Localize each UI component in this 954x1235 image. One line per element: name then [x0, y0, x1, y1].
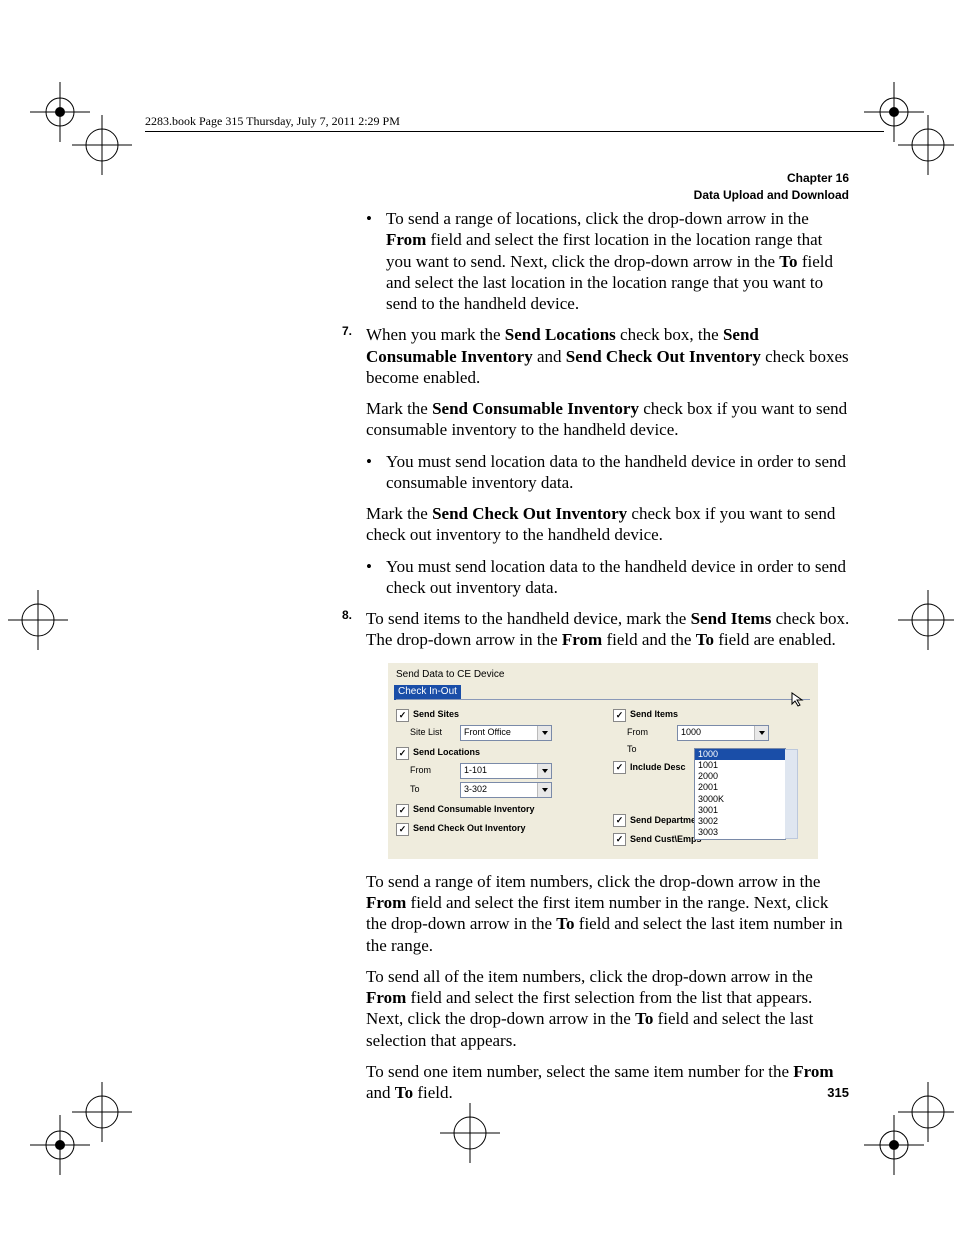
step-number: 8.	[342, 608, 352, 623]
checkbox-send-checkout[interactable]: ✓	[396, 823, 409, 836]
bullet-item: • You must send location data to the han…	[386, 556, 850, 599]
bullet-item: • You must send location data to the han…	[386, 451, 850, 494]
to-label: To	[410, 784, 450, 795]
checkbox-send-sites[interactable]: ✓	[396, 709, 409, 722]
step-7: 7. When you mark the Send Locations chec…	[366, 324, 850, 388]
checkbox-include-desc[interactable]: ✓	[613, 761, 626, 774]
chevron-down-icon[interactable]	[754, 726, 768, 740]
cursor-icon	[790, 691, 806, 707]
crop-mark-icon	[72, 1082, 132, 1142]
list-item[interactable]: 2001	[695, 782, 785, 793]
dialog-title: Send Data to CE Device	[396, 669, 810, 682]
checkbox-send-departments[interactable]: ✓	[613, 814, 626, 827]
chapter-title: Data Upload and Download	[694, 187, 849, 204]
items-to-label: To	[627, 744, 667, 755]
checkbox-send-consumable[interactable]: ✓	[396, 804, 409, 817]
dialog-send-data: Send Data to CE Device Check In-Out ✓Sen…	[388, 663, 818, 859]
checkbox-send-custemps[interactable]: ✓	[613, 833, 626, 846]
site-list-combo[interactable]: Front Office	[460, 725, 552, 741]
chevron-down-icon[interactable]	[537, 783, 551, 797]
bullet-item: • To send a range of locations, click th…	[386, 208, 850, 314]
scrollbar[interactable]	[785, 749, 798, 839]
left-column: ✓Send Sites Site List Front Office ✓Send…	[396, 706, 593, 849]
locations-from-combo[interactable]: 1-101	[460, 763, 552, 779]
chevron-down-icon[interactable]	[537, 726, 551, 740]
tab-check-in-out[interactable]: Check In-Out	[394, 685, 461, 700]
list-item[interactable]: 3002	[695, 816, 785, 827]
list-item[interactable]: 1001	[695, 760, 785, 771]
list-item[interactable]: 2000	[695, 771, 785, 782]
items-from-combo[interactable]: 1000	[677, 725, 769, 741]
page-number: 315	[827, 1085, 849, 1100]
right-column: ✓Send Items From 1000 To ✓Include Desc 1…	[613, 706, 810, 849]
paragraph: To send one item number, select the same…	[366, 1061, 850, 1104]
list-item[interactable]: 3003	[695, 827, 785, 838]
paragraph: To send a range of item numbers, click t…	[366, 871, 850, 956]
list-item[interactable]: 3000K	[695, 794, 785, 805]
paragraph: To send all of the item numbers, click t…	[366, 966, 850, 1051]
bullet-icon: •	[366, 556, 372, 577]
locations-to-combo[interactable]: 3-302	[460, 782, 552, 798]
site-list-label: Site List	[410, 727, 450, 738]
step-number: 7.	[342, 324, 352, 339]
header-line: 2283.book Page 315 Thursday, July 7, 201…	[145, 114, 884, 132]
crop-mark-icon	[8, 590, 68, 650]
paragraph: Mark the Send Check Out Inventory check …	[366, 503, 850, 546]
paragraph: Mark the Send Consumable Inventory check…	[366, 398, 850, 441]
bullet-icon: •	[366, 208, 372, 229]
crop-mark-icon	[898, 115, 954, 175]
checkbox-send-items[interactable]: ✓	[613, 709, 626, 722]
chapter-header: Chapter 16 Data Upload and Download	[694, 170, 849, 204]
step-8: 8. To send items to the handheld device,…	[366, 608, 850, 651]
from-label: From	[410, 765, 450, 776]
crop-mark-icon	[898, 1082, 954, 1142]
bullet-icon: •	[366, 451, 372, 472]
chapter-number: Chapter 16	[694, 170, 849, 187]
items-dropdown-list[interactable]: 1000 1001 2000 2001 3000K 3001 3002 3003	[694, 748, 786, 840]
list-item[interactable]: 1000	[695, 749, 785, 760]
chevron-down-icon[interactable]	[537, 764, 551, 778]
crop-mark-icon	[898, 590, 954, 650]
checkbox-send-locations[interactable]: ✓	[396, 747, 409, 760]
list-item[interactable]: 3001	[695, 805, 785, 816]
crop-mark-icon	[72, 115, 132, 175]
items-from-label: From	[627, 727, 667, 738]
